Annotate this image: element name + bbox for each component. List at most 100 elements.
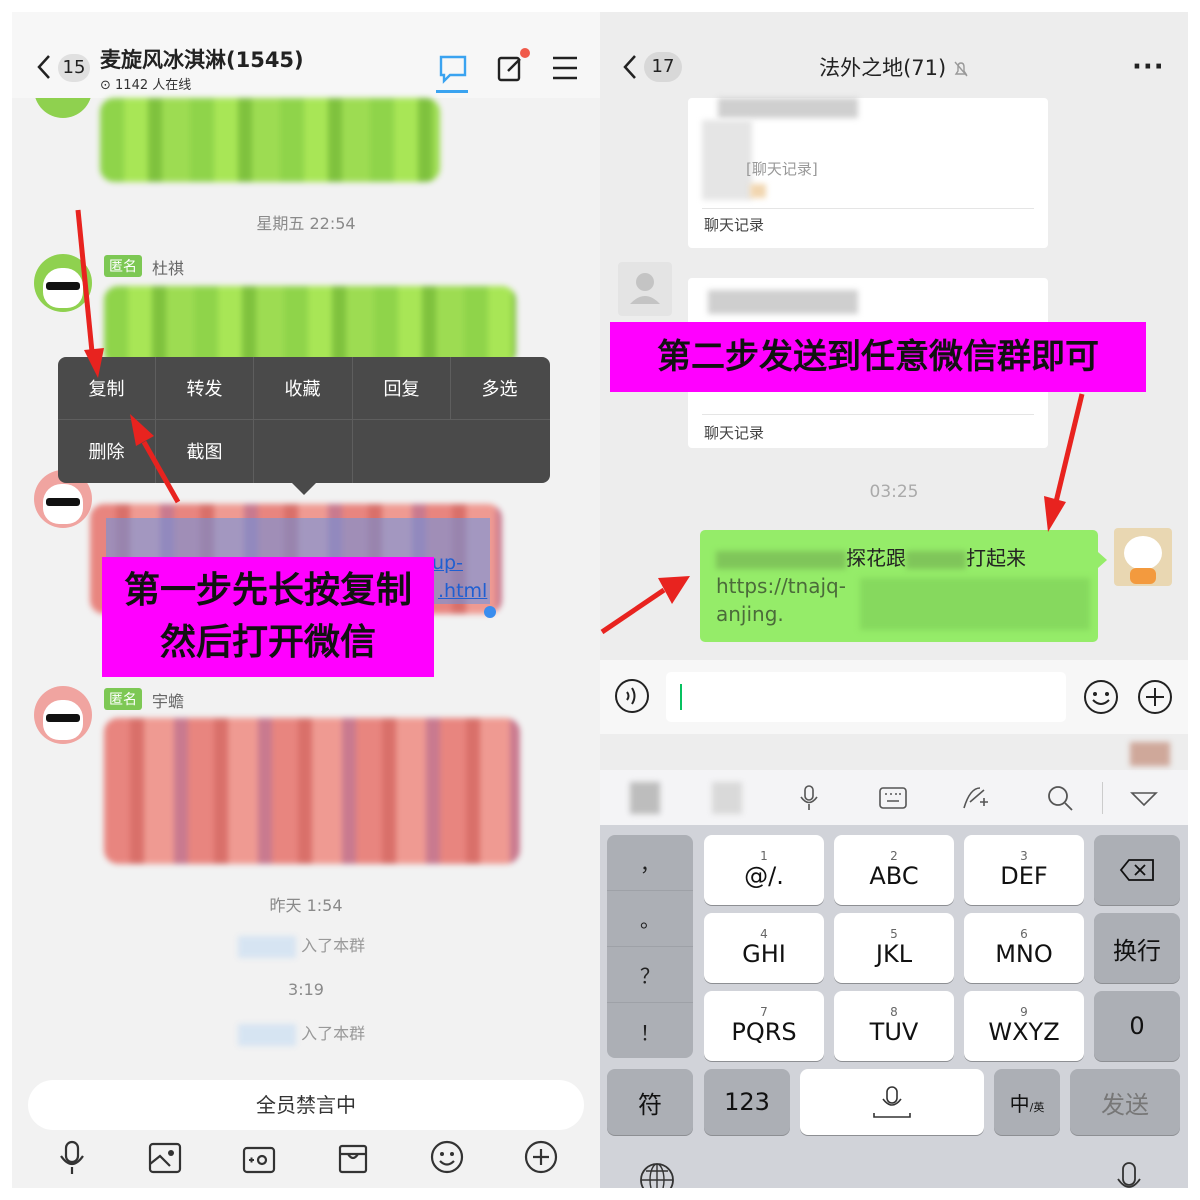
- voice-icon[interactable]: [614, 678, 650, 714]
- online-count: ⊙ 1142 人在线: [100, 78, 192, 93]
- menu-icon[interactable]: [552, 56, 578, 80]
- key-label: WXYZ: [988, 1018, 1060, 1046]
- key-8[interactable]: 8 TUV: [834, 991, 954, 1061]
- key-label: MNO: [995, 940, 1053, 968]
- key-question[interactable]: ？: [607, 947, 693, 1003]
- more-icon[interactable]: ···: [1132, 52, 1165, 82]
- key-label: PQRS: [731, 1018, 797, 1046]
- collapse-icon[interactable]: [1130, 790, 1158, 808]
- back-count-badge[interactable]: 15: [58, 54, 90, 82]
- mic-icon: [873, 1086, 911, 1118]
- key-label: JKL: [875, 940, 913, 968]
- red-arrow-annotation: [600, 393, 1085, 635]
- key-label: @/.: [744, 862, 784, 890]
- left-qq-chat: 15 麦旋风冰淇淋(1545) ⊙ 1142 人在线 星期五 22:54 匿名 …: [12, 12, 600, 1188]
- key-3[interactable]: 3 DEF: [964, 835, 1084, 905]
- menu-item-multiselect[interactable]: 多选: [451, 358, 548, 418]
- plus-icon[interactable]: [1136, 678, 1174, 716]
- link-fragment[interactable]: up-: [432, 552, 463, 574]
- key-number: 5: [890, 927, 898, 941]
- menu-item-favorite[interactable]: 收藏: [254, 358, 351, 418]
- key-2[interactable]: 2 ABC: [834, 835, 954, 905]
- handwriting-icon[interactable]: [960, 784, 990, 812]
- symbols-key[interactable]: 符: [607, 1069, 693, 1135]
- numbers-key[interactable]: 123: [704, 1069, 790, 1135]
- key-period[interactable]: 。: [607, 891, 693, 947]
- key-9[interactable]: 9 WXYZ: [964, 991, 1084, 1061]
- redacted-name: [238, 935, 296, 958]
- message-bubble-blurred[interactable]: [104, 718, 520, 864]
- redacted-content: [1130, 742, 1170, 766]
- punctuation-column: ， 。 ？ ！: [607, 835, 693, 1058]
- avatar[interactable]: [34, 686, 92, 744]
- anonymous-tag: 匿名: [104, 688, 142, 710]
- group-title: 法外之地(71): [600, 52, 1188, 82]
- header: 15 麦旋风冰淇淋(1545) ⊙ 1142 人在线: [12, 12, 600, 98]
- record-label-inner: [聊天记录]: [746, 160, 818, 178]
- chat-icon[interactable]: [438, 54, 468, 84]
- key-5[interactable]: 5 JKL: [834, 913, 954, 983]
- step1-line2: 然后打开微信: [159, 622, 376, 663]
- selection-handle[interactable]: [484, 606, 496, 618]
- image-icon[interactable]: [148, 1142, 182, 1174]
- space-key[interactable]: [800, 1069, 984, 1135]
- language-key[interactable]: 中/英: [994, 1069, 1060, 1135]
- record-label: 聊天记录: [704, 216, 765, 234]
- chat-record-card[interactable]: [聊天记录] 聊天记录: [688, 98, 1048, 248]
- emoji-icon[interactable]: [430, 1140, 464, 1174]
- camera-icon[interactable]: [242, 1142, 276, 1174]
- keyboard-icon[interactable]: [878, 786, 908, 810]
- mute-bell-icon: [954, 61, 968, 77]
- redacted-content: [712, 782, 742, 814]
- timestamp: 昨天 1:54: [269, 896, 343, 915]
- backspace-icon: [1119, 859, 1154, 881]
- emoji-icon[interactable]: [1082, 678, 1120, 716]
- text-cursor: [680, 684, 682, 710]
- sender-name: 宇蟾: [152, 692, 185, 711]
- input-bar: [600, 660, 1188, 734]
- language-key-sub: /英: [1029, 1101, 1045, 1114]
- toolbar-divider: [1102, 782, 1103, 814]
- dictation-mic-icon[interactable]: [1116, 1161, 1142, 1188]
- plus-icon[interactable]: [524, 1140, 558, 1174]
- menu-item-reply[interactable]: 回复: [353, 358, 450, 418]
- key-4[interactable]: 4 GHI: [704, 913, 824, 983]
- chevron-left-icon[interactable]: [36, 54, 52, 80]
- user-icon: [630, 273, 660, 304]
- redacted-content: [630, 782, 660, 814]
- gift-icon[interactable]: [338, 1142, 368, 1174]
- mic-icon[interactable]: [58, 1140, 86, 1176]
- key-number: 6: [1020, 927, 1028, 941]
- search-icon[interactable]: [1046, 784, 1074, 812]
- key-0[interactable]: 0: [1094, 991, 1180, 1061]
- menu-divider: [450, 357, 451, 419]
- system-notice-text: 入了本群: [301, 1024, 366, 1043]
- globe-icon[interactable]: [638, 1161, 676, 1188]
- key-number: 4: [760, 927, 768, 941]
- key-exclaim[interactable]: ！: [607, 1003, 693, 1059]
- key-1[interactable]: 1 @/.: [704, 835, 824, 905]
- backspace-key[interactable]: [1094, 835, 1180, 905]
- system-notice: 入了本群: [238, 1020, 388, 1048]
- header: 17 法外之地(71) ···: [600, 12, 1188, 98]
- link-fragment[interactable]: .html: [438, 580, 487, 602]
- red-arrow-annotation: [75, 209, 181, 504]
- voice-input-icon[interactable]: [798, 784, 820, 812]
- right-wechat-chat: 17 法外之地(71) ··· [聊天记录] 聊天记录 聊天记录 第二步发送到任…: [600, 12, 1188, 1188]
- send-key[interactable]: 发送: [1070, 1069, 1180, 1135]
- redacted-content: [702, 120, 752, 200]
- avatar-placeholder[interactable]: [618, 262, 672, 316]
- key-number: 8: [890, 1005, 898, 1019]
- key-comma[interactable]: ，: [607, 835, 693, 891]
- key-label: DEF: [1000, 862, 1048, 890]
- step2-annotation: 第二步发送到任意微信群即可: [610, 322, 1146, 392]
- key-7[interactable]: 7 PQRS: [704, 991, 824, 1061]
- key-number: 2: [890, 849, 898, 863]
- message-input[interactable]: [666, 672, 1066, 722]
- key-label: GHI: [742, 940, 786, 968]
- group-title: 麦旋风冰淇淋(1545): [100, 48, 304, 72]
- message-bubble-blurred[interactable]: [100, 98, 440, 182]
- key-6[interactable]: 6 MNO: [964, 913, 1084, 983]
- newline-key[interactable]: 换行: [1094, 913, 1180, 983]
- redacted-content: [718, 98, 858, 118]
